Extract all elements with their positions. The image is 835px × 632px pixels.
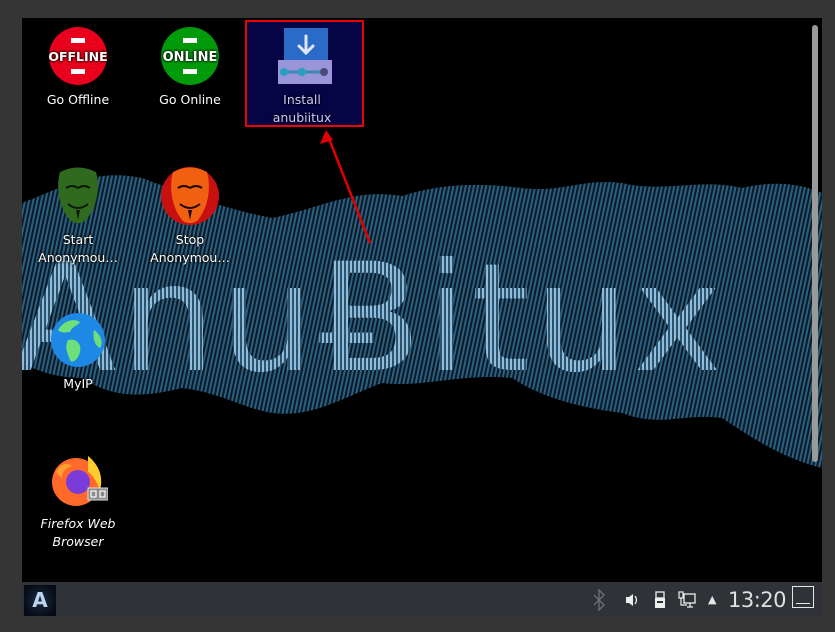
show-desktop-button[interactable]	[792, 586, 814, 608]
application-launcher-button[interactable]: A	[24, 585, 56, 616]
system-tray: ▲	[592, 582, 716, 617]
annotation-arrow	[320, 130, 372, 244]
bluetooth-icon[interactable]	[592, 588, 606, 611]
taskbar: A ▲ 13:20	[22, 582, 822, 617]
clock[interactable]: 13:20	[728, 588, 787, 612]
network-icon[interactable]	[678, 590, 696, 609]
desktop: AnuɃitux OFFLINE Go Offline ONLINE Go On…	[22, 18, 822, 582]
volume-icon[interactable]	[624, 592, 640, 608]
expand-tray-icon[interactable]: ▲	[708, 593, 716, 606]
usb-device-icon[interactable]	[654, 590, 666, 609]
